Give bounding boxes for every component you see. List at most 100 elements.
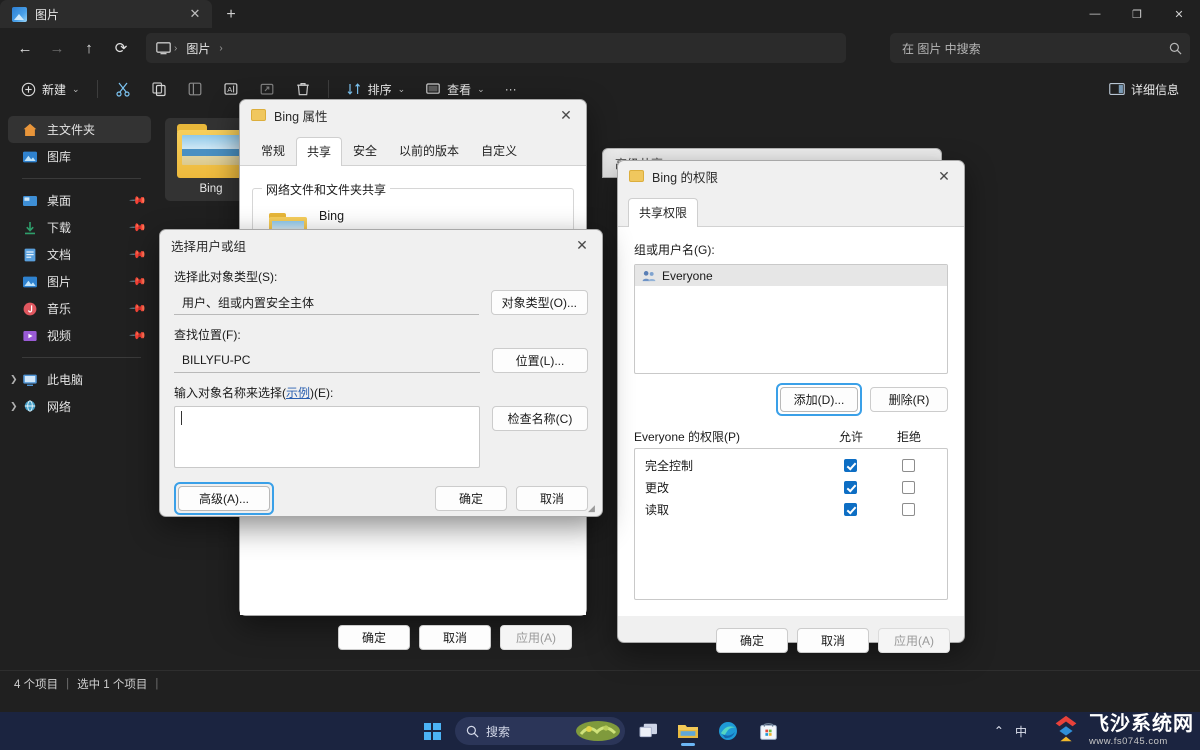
pin-icon-downloads[interactable]: 📌 <box>129 218 148 237</box>
desktop-icon <box>23 195 37 206</box>
folder-icon-small-perms <box>629 170 644 182</box>
sidebar-item-this-pc[interactable]: ❯ 此电脑 <box>8 366 151 393</box>
tab-share-permissions[interactable]: 共享权限 <box>628 198 699 227</box>
pin-icon-videos[interactable]: 📌 <box>129 326 148 345</box>
examples-link[interactable]: 示例 <box>286 386 310 400</box>
status-separator-2: | <box>155 677 159 690</box>
microsoft-store-button[interactable] <box>751 715 785 747</box>
taskbar-search-input[interactable]: 搜索 <box>455 717 625 745</box>
sidebar-item-home[interactable]: 主文件夹 <box>8 116 151 143</box>
sidebar-item-videos[interactable]: 视频 📌 <box>8 322 151 349</box>
forward-button[interactable]: → <box>42 33 72 63</box>
resize-grip[interactable]: ◢ <box>588 503 598 513</box>
breadcrumb-separator-2[interactable]: › <box>219 43 222 54</box>
object-type-button[interactable]: 对象类型(O)... <box>490 290 588 315</box>
file-name-bing: Bing <box>199 183 223 195</box>
sidebar-item-network[interactable]: ❯ 网络 <box>8 393 151 420</box>
close-permissions-icon[interactable]: ✕ <box>930 164 958 188</box>
cut-button[interactable] <box>106 74 140 104</box>
taskbar-center: 搜索 <box>415 715 785 747</box>
advanced-button[interactable]: 高级(A)... <box>178 486 270 511</box>
location-button[interactable]: 位置(L)... <box>492 348 588 373</box>
add-user-button[interactable]: 添加(D)... <box>780 387 858 412</box>
search-icon-taskbar <box>466 725 479 737</box>
allow-checkbox-full-control[interactable] <box>843 458 857 472</box>
sidebar-item-downloads[interactable]: 下载 📌 <box>8 214 151 241</box>
sidebar-item-desktop[interactable]: 桌面 📌 <box>8 187 151 214</box>
sort-icon <box>347 83 360 95</box>
maximize-button[interactable]: ❐ <box>1116 0 1158 28</box>
deny-checkbox-read[interactable] <box>901 502 915 516</box>
tab-security[interactable]: 安全 <box>342 136 388 165</box>
pin-icon-desktop[interactable]: 📌 <box>129 191 148 210</box>
file-explorer-button[interactable] <box>671 715 705 747</box>
task-view-button[interactable] <box>631 715 665 747</box>
permissions-cancel-button[interactable]: 取消 <box>797 628 869 653</box>
permissions-listbox[interactable]: 完全控制 更改 读取 <box>634 448 948 600</box>
deny-checkbox-change[interactable] <box>901 480 915 494</box>
search-icon <box>1169 42 1182 54</box>
expand-chevron-this-pc[interactable]: ❯ <box>10 374 18 385</box>
up-button[interactable]: ↑ <box>74 33 104 63</box>
paste-button[interactable] <box>178 74 212 104</box>
start-button[interactable] <box>415 715 449 747</box>
properties-cancel-button[interactable]: 取消 <box>419 625 491 650</box>
sidebar-item-documents[interactable]: 文档 📌 <box>8 241 151 268</box>
close-tab-icon[interactable]: ✕ <box>184 3 206 25</box>
pin-icon-documents[interactable]: 📌 <box>129 245 148 264</box>
search-input[interactable]: 在 图片 中搜索 <box>890 33 1190 63</box>
permissions-title-bar: Bing 的权限 ✕ <box>618 161 964 191</box>
pin-icon-pictures[interactable]: 📌 <box>129 272 148 291</box>
group-users-label: 组或用户名(G): <box>634 243 715 257</box>
ime-indicator[interactable]: 中 <box>1015 723 1027 740</box>
allow-checkbox-change[interactable] <box>843 480 857 494</box>
minimize-button[interactable]: — <box>1074 0 1116 28</box>
sidebar-item-gallery[interactable]: 图库 <box>8 143 151 170</box>
search-highlight-image <box>576 721 620 741</box>
close-select-users-icon[interactable]: ✕ <box>568 233 596 257</box>
refresh-button[interactable]: ⟳ <box>106 33 136 63</box>
copy-button[interactable] <box>142 74 176 104</box>
object-type-row: 用户、组或内置安全主体 对象类型(O)... <box>174 290 588 315</box>
properties-title: Bing 属性 <box>274 109 328 124</box>
permission-name-change: 更改 <box>645 480 670 495</box>
tab-customize[interactable]: 自定义 <box>470 136 528 165</box>
permissions-ok-button[interactable]: 确定 <box>716 628 788 653</box>
microsoft-edge-button[interactable] <box>711 715 745 747</box>
permissions-dialog: Bing 的权限 ✕ 共享权限 组或用户名(G): Everyone 添加(D)… <box>617 160 965 653</box>
explorer-tab[interactable]: 图片 ✕ <box>0 0 212 28</box>
tab-previous-versions[interactable]: 以前的版本 <box>388 136 470 165</box>
expand-chevron-network[interactable]: ❯ <box>10 401 18 412</box>
select-users-cancel-button[interactable]: 取消 <box>516 486 588 511</box>
status-item-count: 4 个项目 <box>14 678 59 691</box>
new-tab-button[interactable]: + <box>216 2 246 28</box>
sidebar-item-pictures[interactable]: 图片 📌 <box>8 268 151 295</box>
tab-sharing[interactable]: 共享 <box>296 137 343 166</box>
close-properties-icon[interactable]: ✕ <box>552 103 580 127</box>
check-names-button[interactable]: 检查名称(C) <box>492 406 588 431</box>
properties-title-bar: Bing 属性 ✕ <box>240 100 586 130</box>
close-window-button[interactable]: ✕ <box>1158 0 1200 28</box>
deny-checkbox-full-control[interactable] <box>901 458 915 472</box>
breadcrumb-item-pictures[interactable]: 图片 <box>180 38 216 59</box>
properties-ok-button[interactable]: 确定 <box>338 625 410 650</box>
details-pane-button[interactable]: 详细信息 <box>1100 74 1188 104</box>
table-row-full-control[interactable]: 完全控制 <box>635 454 947 476</box>
table-row-change[interactable]: 更改 <box>635 476 947 498</box>
users-listbox[interactable]: Everyone <box>634 264 948 374</box>
allow-checkbox-read[interactable] <box>843 502 857 516</box>
documents-icon <box>24 248 36 261</box>
table-row-read[interactable]: 读取 <box>635 498 947 520</box>
new-button[interactable]: 新建 ⌄ <box>12 74 89 104</box>
remove-user-button[interactable]: 删除(R) <box>870 387 948 412</box>
select-users-ok-button[interactable]: 确定 <box>435 486 507 511</box>
sidebar-label-gallery: 图库 <box>47 150 72 164</box>
sidebar-item-music[interactable]: 音乐 📌 <box>8 295 151 322</box>
back-button[interactable]: ← <box>10 33 40 63</box>
pin-icon-music[interactable]: 📌 <box>129 299 148 318</box>
list-item-everyone[interactable]: Everyone <box>635 265 947 286</box>
tab-general[interactable]: 常规 <box>250 136 296 165</box>
breadcrumb[interactable]: › 图片 › <box>146 33 846 63</box>
tray-expand-chevron-icon[interactable]: ⌃ <box>994 724 1004 738</box>
object-names-input[interactable] <box>174 406 480 468</box>
